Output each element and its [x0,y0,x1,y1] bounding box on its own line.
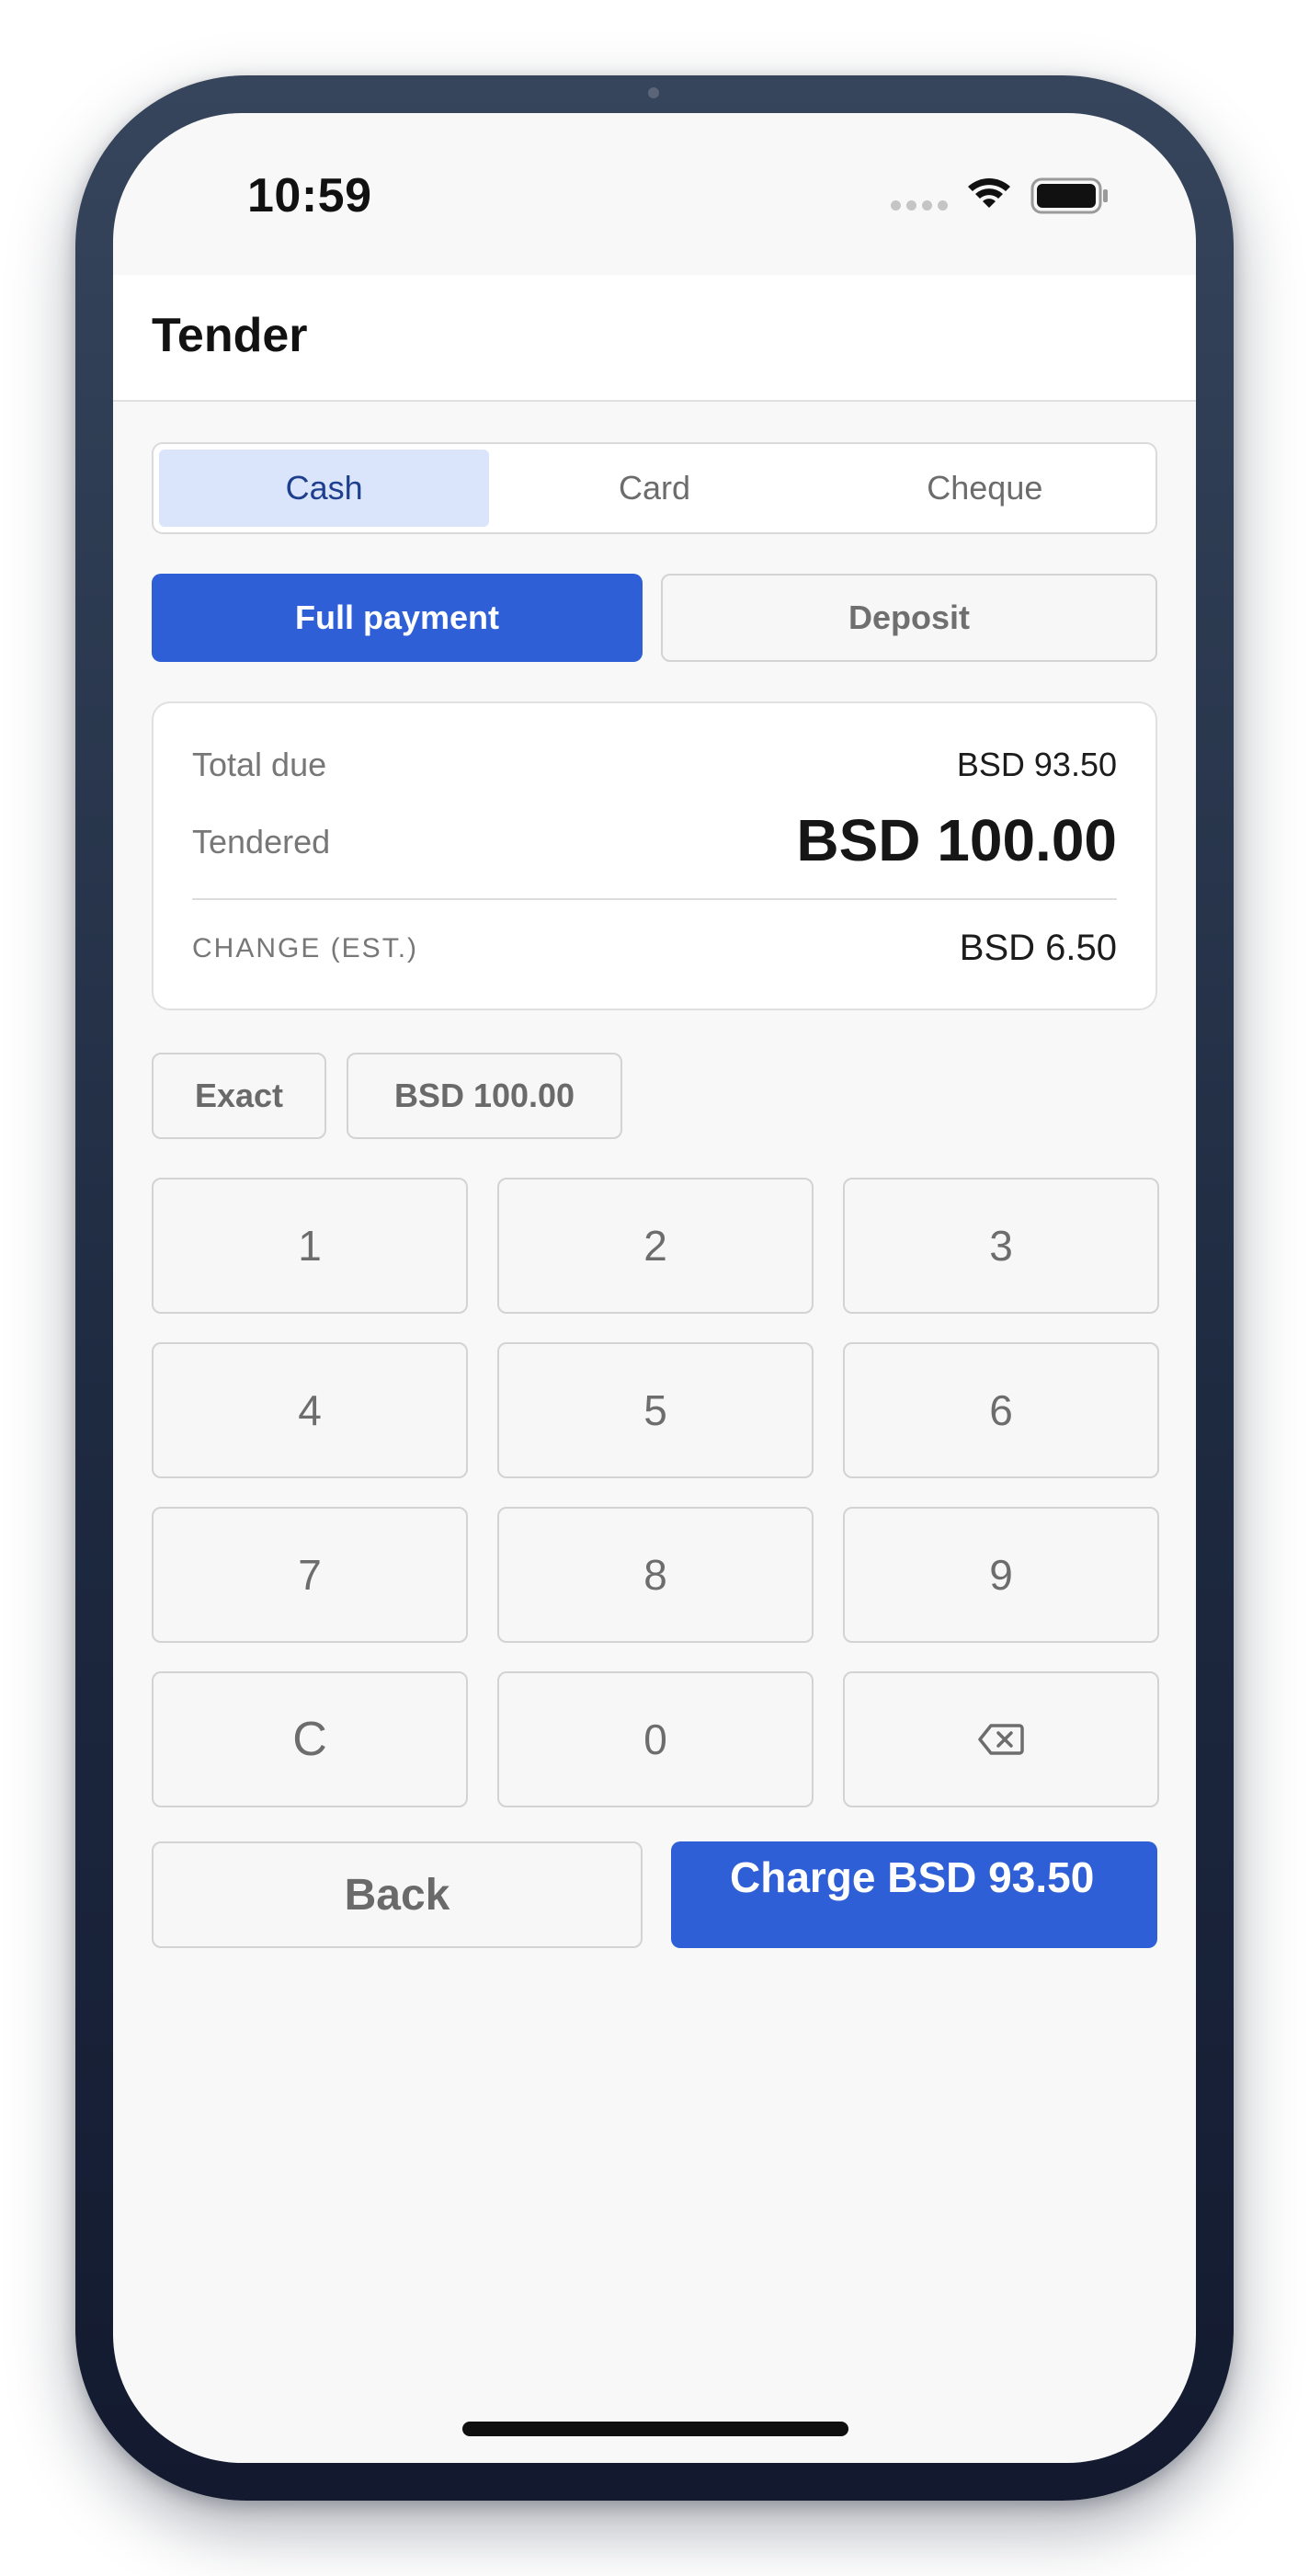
home-indicator [462,2422,848,2436]
keypad-key-3[interactable]: 3 [843,1178,1159,1314]
back-button[interactable]: Back [152,1841,643,1948]
total-due-label: Total due [192,746,327,783]
tab-cheque[interactable]: Cheque [820,450,1150,527]
change-value: BSD 6.50 [959,928,1117,968]
keypad-key-1[interactable]: 1 [152,1178,468,1314]
exact-amount-button[interactable]: Exact [152,1053,326,1139]
keypad-clear-key[interactable]: C [152,1671,468,1807]
page-title: Tender [152,309,308,362]
summary-divider [192,898,1117,900]
deposit-button[interactable]: Deposit [661,574,1157,662]
phone-screen: 10:59 Tender Cash Card Cheque Full payme… [113,113,1196,2463]
tendered-label: Tendered [192,823,331,861]
keypad-key-0[interactable]: 0 [497,1671,814,1807]
quick-amount-button[interactable]: BSD 100.00 [347,1053,622,1139]
tab-cash[interactable]: Cash [159,450,490,527]
keypad-key-2[interactable]: 2 [497,1178,814,1314]
charge-button[interactable]: Charge BSD 93.50 [671,1841,1157,1948]
payment-method-tabs: Cash Card Cheque [152,442,1157,534]
status-time: 10:59 [247,169,372,222]
keypad-key-5[interactable]: 5 [497,1342,814,1478]
keypad-key-9[interactable]: 9 [843,1507,1159,1643]
tab-card[interactable]: Card [489,450,819,527]
payment-summary-card: Total due BSD 93.50 Tendered BSD 100.00 … [152,701,1157,1010]
keypad-backspace-key[interactable] [843,1671,1159,1807]
camera-dot [648,87,659,98]
total-due-value: BSD 93.50 [956,746,1117,783]
keypad-key-6[interactable]: 6 [843,1342,1159,1478]
wifi-icon [968,178,1010,208]
full-payment-button[interactable]: Full payment [152,574,643,662]
change-label: CHANGE (EST.) [192,933,419,963]
app-header: Tender [113,275,1196,402]
tendered-value: BSD 100.00 [796,807,1117,873]
keypad-key-4[interactable]: 4 [152,1342,468,1478]
signal-icon [891,200,948,211]
battery-icon [1030,177,1108,214]
keypad-key-8[interactable]: 8 [497,1507,814,1643]
charge-button-label: Charge BSD 93.50 [730,1853,1095,1901]
keypad-key-7[interactable]: 7 [152,1507,468,1643]
backspace-icon [978,1724,1024,1755]
